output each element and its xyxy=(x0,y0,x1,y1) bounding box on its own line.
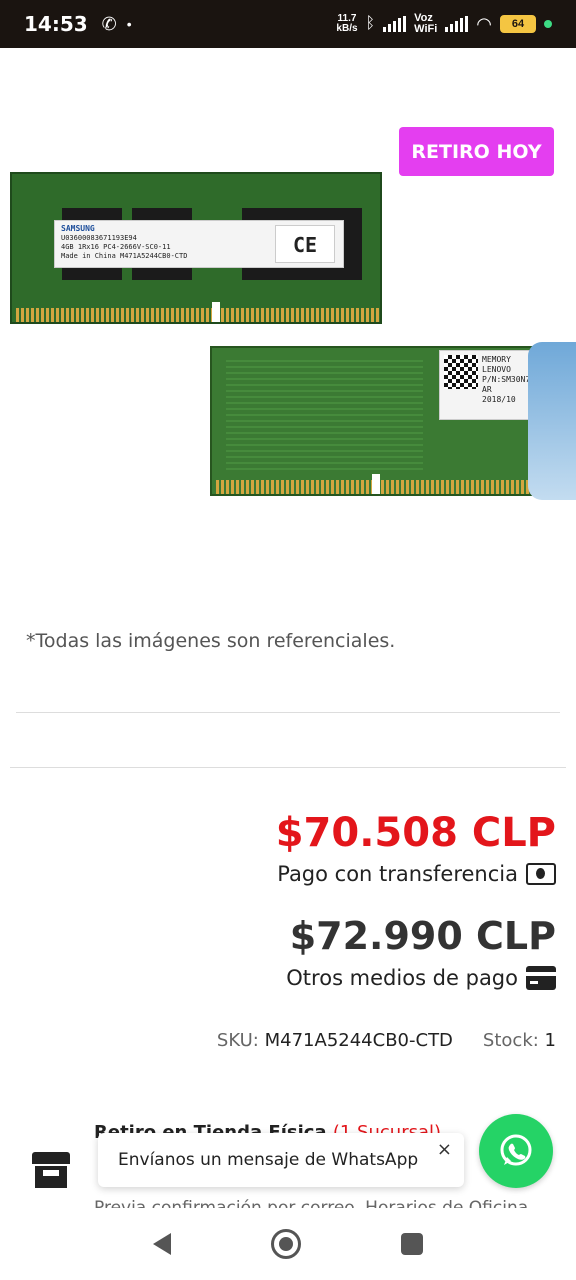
store-icon xyxy=(32,1152,70,1188)
recent-apps-icon[interactable] xyxy=(401,1233,423,1255)
ram-label-front: SAMSUNG U03600083671193E94 4GB 1Rx16 PC4… xyxy=(54,220,344,268)
transfer-label: Pago con transferencia xyxy=(277,862,518,886)
sku: SKU: M471A5244CB0-CTD xyxy=(217,1030,453,1051)
privacy-indicator-dot xyxy=(544,20,552,28)
other-payment-row: Otros medios de pago xyxy=(286,966,556,990)
other-price: $72.990 CLP xyxy=(289,914,556,958)
sku-label: SKU: xyxy=(216,1030,259,1051)
reference-note: *Todas las imágenes son referenciales. xyxy=(26,630,396,652)
whatsapp-button[interactable] xyxy=(479,1114,553,1188)
other-payment-label: Otros medios de pago xyxy=(286,966,518,990)
ce-mark-icon: CE xyxy=(275,225,335,263)
bluetooth-icon: ᛒ xyxy=(365,15,376,32)
signal-icon xyxy=(383,16,407,32)
qr-code-icon xyxy=(444,355,478,389)
wifi-label: WiFi xyxy=(414,23,438,35)
stock-value: 1 xyxy=(544,1030,556,1051)
card-icon xyxy=(526,966,556,990)
next-image-peek[interactable] xyxy=(528,342,576,500)
wifi-icon: ◠ xyxy=(476,13,492,34)
call-icon: ✆ xyxy=(101,13,117,34)
back-icon[interactable] xyxy=(153,1233,171,1255)
ram-notch xyxy=(372,474,380,494)
home-icon[interactable] xyxy=(271,1229,301,1259)
status-icons: 11.7 kB/s ᛒ Voz WiFi ◠ 64 xyxy=(336,13,552,35)
battery-icon: 64 xyxy=(500,15,536,33)
transfer-label-row: Pago con transferencia xyxy=(277,862,556,886)
battery-level: 64 xyxy=(511,18,525,30)
whatsapp-message-bubble[interactable]: Envíanos un mensaje de WhatsApp × xyxy=(98,1133,464,1187)
transfer-price: $70.508 CLP xyxy=(275,810,556,856)
ram-notch xyxy=(212,302,220,322)
net-speed-unit: kB/s xyxy=(336,23,358,34)
divider xyxy=(10,767,566,768)
close-icon[interactable]: × xyxy=(437,1139,452,1160)
product-image-back[interactable]: MEMORY LENOVO P/N:SM30N76 AR 2018/10 xyxy=(210,346,555,496)
whatsapp-icon xyxy=(500,1134,532,1166)
ram-contacts xyxy=(16,308,380,322)
cash-icon xyxy=(526,863,556,885)
voz-wifi-label: Voz WiFi xyxy=(414,13,437,35)
notification-dot-icon: • xyxy=(126,16,132,32)
system-navbar xyxy=(0,1208,576,1280)
ram-contacts xyxy=(216,480,551,494)
status-bar: 14:53 ✆ • 11.7 kB/s ᛒ Voz WiFi ◠ 64 xyxy=(0,0,576,48)
stock-label: Stock: xyxy=(482,1030,539,1051)
net-speed: 11.7 kB/s xyxy=(336,14,357,34)
status-time: 14:53 xyxy=(24,12,88,36)
sku-stock-row: SKU: M471A5244CB0-CTD Stock: 1 xyxy=(217,1030,556,1051)
brand-text: SAMSUNG xyxy=(61,224,95,233)
retiro-hoy-badge: RETIRO HOY xyxy=(399,127,554,176)
signal-icon-2 xyxy=(445,16,469,32)
whatsapp-bubble-text: Envíanos un mensaje de WhatsApp xyxy=(118,1150,419,1170)
stock: Stock: 1 xyxy=(483,1030,556,1051)
sku-value: M471A5244CB0-CTD xyxy=(264,1030,453,1051)
divider xyxy=(16,712,560,713)
product-image-front[interactable]: SAMSUNG U03600083671193E94 4GB 1Rx16 PC4… xyxy=(10,172,382,324)
pcb-traces xyxy=(226,358,423,470)
